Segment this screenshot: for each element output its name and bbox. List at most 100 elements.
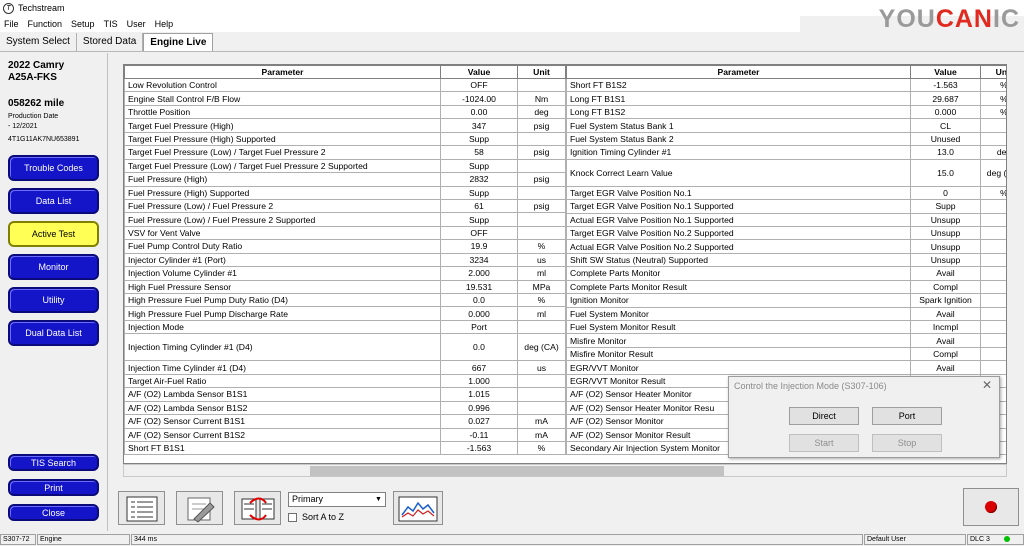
table-row[interactable]: Long FT B1S20.000% — [566, 104, 1006, 120]
port-button[interactable]: Port — [872, 407, 942, 425]
table-row[interactable]: Long FT B1S129.687% — [566, 91, 1006, 106]
table-row[interactable]: Shift SW Status (Neutral) Supported Unsup… — [566, 252, 1006, 268]
menu-help[interactable]: Help — [151, 19, 179, 29]
table-row[interactable]: High Fuel Pressure Sensor 19.531 MPa — [124, 279, 566, 295]
table-row[interactable]: Throttle Position 0.00 deg — [124, 104, 566, 120]
parameter-cell: VSV for Vent Valve — [124, 225, 441, 241]
table-row[interactable]: Target EGR Valve Position No.10% — [566, 185, 1006, 201]
active-test-button[interactable]: Active Test — [8, 221, 99, 247]
table-row[interactable]: Injection Timing Cylinder #1 (D4) 0.0 deg … — [124, 333, 566, 362]
parameter-cell: Fuel System Monitor Result — [566, 319, 911, 335]
unit-cell: deg — [517, 104, 566, 120]
table-row[interactable]: Actual EGR Valve Position No.2 Supported… — [566, 239, 1006, 254]
menu-function[interactable]: Function — [24, 19, 68, 29]
vehicle-vin: 4T1G11AK7NU653891 — [8, 136, 80, 143]
table-row[interactable]: Target Fuel Pressure (High) 347 psig — [124, 118, 566, 133]
table-row[interactable]: Fuel Pump Control Duty Ratio 19.9% — [124, 239, 566, 254]
table-row[interactable]: Target Fuel Pressure (High) Supported Sup… — [124, 131, 566, 147]
table-row[interactable]: Ignition Timing Cylinder #113.0deg — [566, 145, 1006, 160]
close-icon[interactable]: ✕ — [982, 378, 992, 392]
swap-list-button[interactable] — [234, 491, 281, 525]
table-row[interactable]: Target EGR Valve Position No.1 Supported… — [566, 199, 1006, 214]
table-row[interactable]: Knock Correct Learn Value15.0deg (CA) — [566, 158, 1006, 187]
value-cell: Avail — [910, 333, 981, 348]
table-row[interactable]: Complete Parts Monitor Avail — [566, 266, 1006, 281]
table-row[interactable]: Fuel Pressure (High) Supported Supp — [124, 185, 566, 200]
table-row[interactable]: Actual EGR Valve Position No.1 Supported… — [566, 212, 1006, 227]
checkbox-box[interactable] — [288, 512, 297, 522]
value-cell: 2832 — [440, 172, 518, 187]
menu-setup[interactable]: Setup — [67, 19, 100, 29]
scrollbar-thumb[interactable] — [310, 466, 724, 476]
sort-a-to-z-checkbox[interactable]: Sort A to Z — [288, 512, 344, 522]
table-row[interactable]: Target Fuel Pressure (Low) / Target Fuel… — [124, 145, 566, 160]
data-list-icon-button[interactable] — [118, 491, 165, 525]
table-row[interactable]: EGR/VVT Monitor Avail — [566, 360, 1006, 375]
table-row[interactable]: Fuel Pressure (Low) / Fuel Pressure 2 61 p… — [124, 198, 566, 214]
table-row[interactable]: Injection Time Cylinder #1 (D4) 667 us — [124, 360, 566, 375]
table-row[interactable]: Fuel System Monitor Result Incmpl — [566, 319, 1006, 335]
close-button[interactable]: Close — [8, 504, 99, 521]
tab-engine-live[interactable]: Engine Live — [143, 33, 214, 51]
trouble-codes-button[interactable]: Trouble Codes — [8, 155, 99, 181]
parameter-header[interactable]: Parameter — [124, 65, 441, 79]
menu-user[interactable]: User — [123, 19, 151, 29]
start-button[interactable]: Start — [789, 434, 859, 452]
table-row[interactable]: VSV for Vent Valve OFF — [124, 225, 566, 241]
value-header[interactable]: Value — [910, 65, 981, 79]
unit-cell: psig — [517, 145, 566, 160]
tis-search-button[interactable]: TIS Search — [8, 454, 99, 471]
table-row[interactable]: Fuel System Status Bank 2 Unused — [566, 131, 1006, 147]
unit-header[interactable]: Unit — [980, 65, 1006, 79]
table-row[interactable]: Misfire Monitor Result Compl — [566, 346, 1006, 362]
table-row[interactable]: Short FT B1S1 -1.563% — [124, 440, 566, 456]
data-list-button[interactable]: Data List — [8, 188, 99, 214]
table-row[interactable]: A/F (O2) Sensor Current B1S2 -0.11 mA — [124, 427, 566, 442]
table-row[interactable]: Injector Cylinder #1 (Port) 3234 us — [124, 252, 566, 268]
print-button[interactable]: Print — [8, 479, 99, 496]
table-row[interactable]: High Pressure Fuel Pump Duty Ratio (D4) 0… — [124, 292, 566, 308]
table-row[interactable]: A/F (O2) Lambda Sensor B1S1 1.015 — [124, 387, 566, 402]
unit-cell: deg (CA) — [980, 158, 1006, 187]
table-row[interactable]: Misfire Monitor Avail — [566, 333, 1006, 348]
stop-button[interactable]: Stop — [872, 434, 942, 452]
vehicle-mileage: 058262 mile — [8, 98, 65, 109]
vehicle-engine: A25A-FKS — [8, 72, 57, 83]
table-row[interactable]: Complete Parts Monitor Result Compl — [566, 279, 1006, 295]
utility-button[interactable]: Utility — [8, 287, 99, 313]
direct-button[interactable]: Direct — [789, 407, 859, 425]
dual-data-list-button[interactable]: Dual Data List — [8, 320, 99, 346]
horizontal-scrollbar[interactable] — [123, 464, 1007, 477]
record-button[interactable] — [963, 488, 1019, 526]
chevron-down-icon[interactable]: ▼ — [372, 493, 385, 506]
table-row[interactable]: Target Air-Fuel Ratio 1.000 — [124, 373, 566, 389]
table-row[interactable]: Fuel Pressure (Low) / Fuel Pressure 2 Su… — [124, 212, 566, 227]
unit-cell — [517, 373, 566, 389]
graph-button[interactable] — [393, 491, 443, 525]
value-header[interactable]: Value — [440, 65, 518, 79]
table-row[interactable]: Fuel Pressure (High) 2832 psig — [124, 172, 566, 187]
table-row[interactable]: Engine Stall Control F/B Flow -1024.00 Nm — [124, 91, 566, 106]
table-row[interactable]: A/F (O2) Sensor Current B1S1 0.027 mA — [124, 414, 566, 429]
table-row[interactable]: Fuel System Monitor Avail — [566, 306, 1006, 322]
monitor-button[interactable]: Monitor — [8, 254, 99, 280]
unit-header[interactable]: Unit — [517, 65, 566, 79]
tab-stored-data[interactable]: Stored Data — [77, 33, 144, 51]
table-row[interactable]: Target Fuel Pressure (Low) / Target Fuel… — [124, 158, 566, 174]
table-row[interactable]: A/F (O2) Lambda Sensor B1S2 0.996 — [124, 400, 566, 416]
connection-indicator-icon — [1003, 536, 1010, 543]
menu-tis[interactable]: TIS — [100, 19, 123, 29]
table-row[interactable]: Injection Mode Port — [124, 319, 566, 335]
table-row[interactable]: Injection Volume Cylinder #1 2.000 ml — [124, 266, 566, 281]
tab-system-select[interactable]: System Select — [0, 33, 77, 51]
table-row[interactable]: Short FT B1S2-1.563% — [566, 77, 1006, 93]
table-row[interactable]: Low Revolution Control OFF — [124, 77, 566, 93]
menu-file[interactable]: File — [0, 19, 24, 29]
list-select-dropdown[interactable]: Primary ▼ — [288, 492, 386, 507]
table-row[interactable]: High Pressure Fuel Pump Discharge Rate 0.… — [124, 306, 566, 321]
table-row[interactable]: Fuel System Status Bank 1 CL — [566, 118, 1006, 133]
table-row[interactable]: Ignition Monitor Spark Ignition — [566, 293, 1006, 308]
table-row[interactable]: Target EGR Valve Position No.2 Supported… — [566, 225, 1006, 241]
parameter-header[interactable]: Parameter — [566, 65, 911, 79]
edit-list-button[interactable] — [176, 491, 223, 525]
